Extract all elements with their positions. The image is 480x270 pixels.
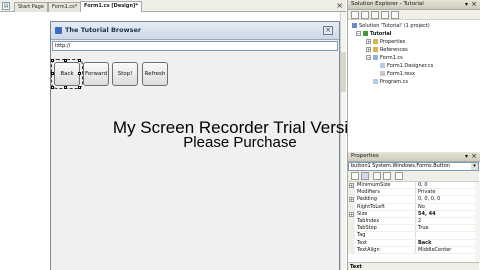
events-icon[interactable] bbox=[383, 172, 391, 180]
folder-icon bbox=[373, 39, 378, 44]
expand-icon[interactable]: + bbox=[366, 39, 371, 44]
resize-handle[interactable] bbox=[51, 72, 54, 75]
property-row[interactable]: RightToLeft No bbox=[348, 203, 479, 211]
categorized-icon[interactable] bbox=[351, 172, 359, 180]
solution-explorer-title: Solution Explorer - Tutorial bbox=[351, 1, 424, 7]
property-row[interactable]: + Padding 0, 0, 0, 0 bbox=[348, 196, 479, 204]
property-row[interactable]: + Size 54, 44 bbox=[348, 210, 479, 218]
refresh-icon[interactable] bbox=[371, 11, 379, 19]
refresh-button[interactable]: Refresh bbox=[142, 62, 168, 86]
close-document-icon[interactable]: × bbox=[336, 1, 343, 10]
pin-icon[interactable]: ▾ bbox=[465, 0, 468, 9]
expand-icon[interactable]: + bbox=[349, 197, 354, 203]
expand-icon[interactable]: + bbox=[349, 211, 354, 217]
resize-handle[interactable] bbox=[64, 86, 67, 89]
cs-file-icon bbox=[373, 79, 378, 84]
resize-handle[interactable] bbox=[78, 59, 81, 62]
properties-view-icon[interactable] bbox=[373, 172, 381, 180]
pin-icon[interactable]: ▾ bbox=[465, 152, 468, 161]
form-close-icon[interactable]: × bbox=[323, 26, 333, 35]
tree-node-properties[interactable]: + Properties bbox=[366, 38, 405, 46]
view-code-icon[interactable] bbox=[381, 11, 389, 19]
back-button[interactable]: Back bbox=[51, 59, 83, 89]
tree-node-form1-resx[interactable]: Form1.resx bbox=[380, 70, 415, 78]
property-row[interactable]: TabIndex 2 bbox=[348, 217, 479, 226]
alphabetical-icon[interactable] bbox=[361, 172, 369, 180]
resize-handle[interactable] bbox=[64, 59, 67, 62]
solution-explorer-header: Solution Explorer - Tutorial ▾ × bbox=[348, 0, 480, 10]
document-icon: ▤ bbox=[2, 2, 10, 10]
property-row[interactable]: TextAlign MiddleCenter bbox=[348, 246, 479, 254]
properties-toolbar bbox=[348, 171, 479, 182]
property-pages-icon[interactable] bbox=[395, 172, 403, 180]
properties-icon[interactable] bbox=[351, 11, 359, 19]
app-icon bbox=[55, 27, 62, 34]
resize-handle[interactable] bbox=[51, 59, 54, 62]
object-selector-dropdown[interactable]: button1 System.Windows.Forms.Button ▾ bbox=[348, 162, 479, 171]
form-file-icon bbox=[373, 55, 378, 60]
tree-node-program[interactable]: Program.cs bbox=[373, 78, 408, 86]
project-icon bbox=[363, 31, 368, 36]
expand-icon[interactable]: + bbox=[366, 47, 371, 52]
tree-node-project[interactable]: − Tutorial bbox=[356, 30, 392, 38]
properties-title: Properties bbox=[351, 153, 379, 159]
property-row-selected[interactable]: Text Back bbox=[348, 239, 479, 247]
collapse-icon[interactable]: − bbox=[366, 55, 371, 60]
collapse-icon[interactable]: − bbox=[356, 31, 361, 36]
resize-handle[interactable] bbox=[51, 86, 54, 89]
tab-form1-code[interactable]: Form1.cs* bbox=[48, 2, 82, 12]
property-row[interactable]: Tag bbox=[348, 232, 479, 240]
tree-node-form1-designer[interactable]: Form1.Designer.cs bbox=[380, 62, 433, 70]
properties-header: Properties ▾ × bbox=[348, 152, 480, 162]
resize-handle[interactable] bbox=[78, 72, 81, 75]
property-grid: + MinimumSize 0, 0 Modifiers Private + Paddi… bbox=[348, 182, 479, 254]
property-row[interactable]: TabStop True bbox=[348, 225, 479, 233]
view-designer-icon[interactable] bbox=[391, 11, 399, 19]
resize-handle[interactable] bbox=[78, 86, 81, 89]
property-row[interactable]: Modifiers Private bbox=[348, 189, 479, 197]
show-all-files-icon[interactable] bbox=[361, 11, 369, 19]
cs-file-icon bbox=[380, 63, 385, 68]
tab-start-page[interactable]: Start Page bbox=[14, 2, 48, 12]
scrollbar-thumb[interactable] bbox=[341, 52, 346, 92]
document-tab-strip: ▤ Start Page Form1.cs* Form1.cs [Design]… bbox=[0, 0, 346, 12]
tree-node-form1[interactable]: − Form1.cs bbox=[366, 54, 403, 62]
designer-surface: The Tutorial Browser × http:// Back Forw… bbox=[0, 12, 346, 270]
close-panel-icon[interactable]: × bbox=[471, 152, 477, 161]
folder-icon bbox=[373, 47, 378, 52]
close-panel-icon[interactable]: × bbox=[471, 0, 477, 9]
expand-icon[interactable]: + bbox=[349, 183, 354, 188]
solution-icon bbox=[352, 23, 357, 28]
tree-node-references[interactable]: + References bbox=[366, 46, 408, 54]
form-designer-window[interactable]: The Tutorial Browser × http:// Back Forw… bbox=[50, 21, 340, 270]
resx-file-icon bbox=[380, 71, 385, 76]
stop-button[interactable]: Stop! bbox=[112, 62, 138, 86]
properties-panel: Properties ▾ × button1 System.Windows.Fo… bbox=[347, 152, 480, 270]
solution-explorer-toolbar bbox=[348, 10, 480, 20]
property-grid-scrollbar[interactable] bbox=[475, 182, 480, 262]
chevron-down-icon[interactable]: ▾ bbox=[471, 163, 478, 170]
form-title: The Tutorial Browser bbox=[65, 26, 142, 34]
solution-explorer-panel: Solution Explorer - Tutorial ▾ × Solutio… bbox=[347, 0, 480, 152]
forward-button[interactable]: Forward bbox=[83, 62, 109, 86]
property-row[interactable]: + MinimumSize 0, 0 bbox=[348, 182, 479, 190]
form-title-bar: The Tutorial Browser × bbox=[51, 22, 339, 40]
property-description: Text bbox=[348, 262, 479, 270]
url-textbox[interactable]: http:// bbox=[52, 41, 338, 51]
tab-form1-design[interactable]: Form1.cs [Design]* bbox=[80, 1, 142, 12]
tree-node-solution[interactable]: Solution 'Tutorial' (1 project) bbox=[352, 22, 430, 30]
designer-scrollbar[interactable] bbox=[340, 12, 346, 270]
